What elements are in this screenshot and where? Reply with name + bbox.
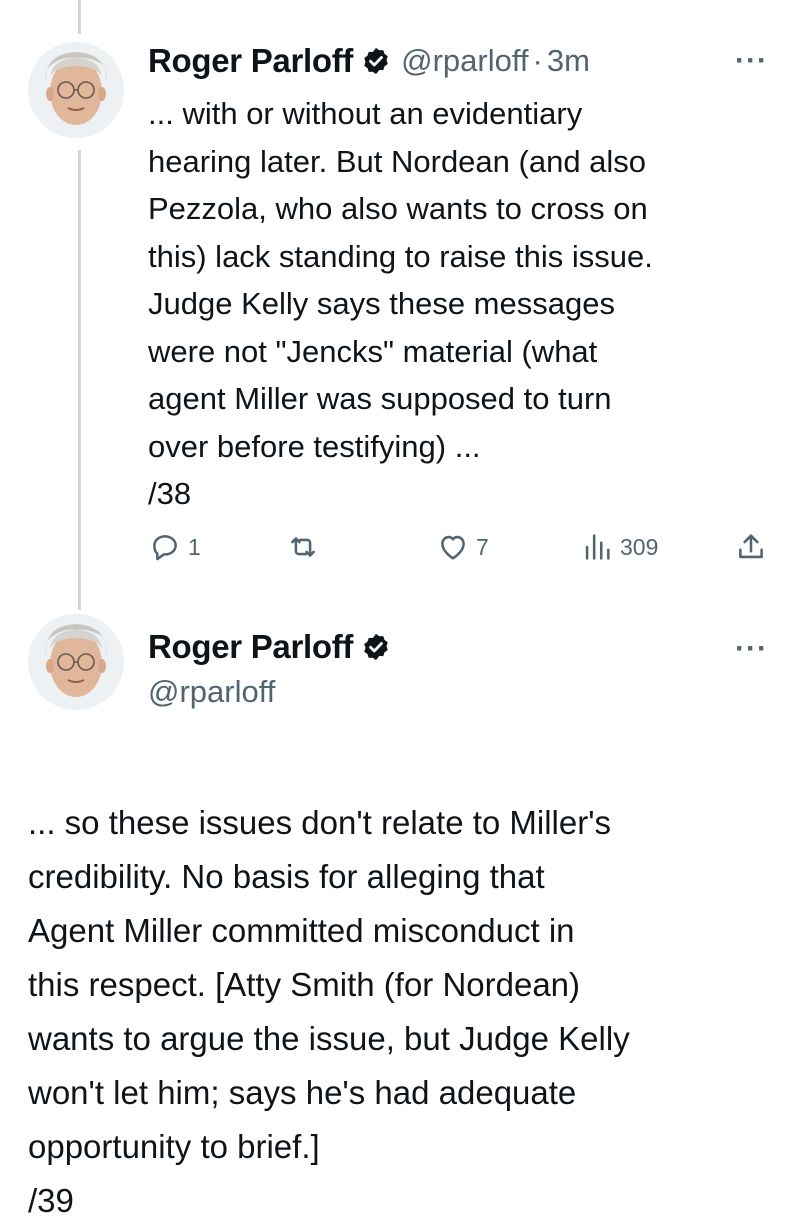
tweet-text: ... with or without an evidentiary heari…	[148, 96, 653, 511]
like-count: 7	[476, 533, 489, 560]
share-icon	[739, 534, 763, 559]
verified-badge-icon	[364, 47, 388, 75]
heart-icon	[441, 535, 465, 560]
verified-badge-icon	[364, 633, 388, 661]
separator-dot: ·	[532, 43, 543, 78]
thread-connector-top	[78, 0, 81, 34]
profile-photo	[28, 614, 124, 710]
reply-count: 1	[188, 533, 201, 560]
author-name[interactable]: Roger Parloff	[148, 42, 353, 80]
tweet-text: ... so these issues don't relate to Mill…	[28, 804, 630, 1219]
views-icon	[585, 534, 610, 560]
author-name[interactable]: Roger Parloff	[148, 628, 353, 666]
author-handle[interactable]: @rparloff	[401, 43, 528, 79]
views-count: 309	[620, 533, 659, 560]
tweet-timestamp[interactable]: 3m	[547, 43, 590, 79]
more-options-icon[interactable]: ···	[735, 634, 768, 664]
profile-photo	[28, 42, 124, 138]
retweet-icon	[291, 537, 315, 557]
avatar[interactable]	[28, 614, 124, 710]
author-handle[interactable]: @rparloff	[148, 674, 275, 710]
like-button[interactable]: 7	[436, 530, 489, 564]
tweet-actions: 1 7 309	[148, 530, 770, 570]
reply-button[interactable]: 1	[148, 530, 201, 564]
reply-icon	[153, 535, 177, 561]
thread-connector	[78, 150, 81, 610]
share-button[interactable]	[734, 530, 768, 564]
views-button[interactable]: 309	[580, 530, 658, 564]
retweet-button[interactable]	[286, 530, 326, 564]
more-options-icon[interactable]: ···	[735, 46, 768, 76]
avatar[interactable]	[28, 42, 124, 138]
tweet-header: Roger Parloff @rparloff · 3m	[148, 42, 590, 80]
tweet-header: Roger Parloff	[148, 628, 391, 666]
